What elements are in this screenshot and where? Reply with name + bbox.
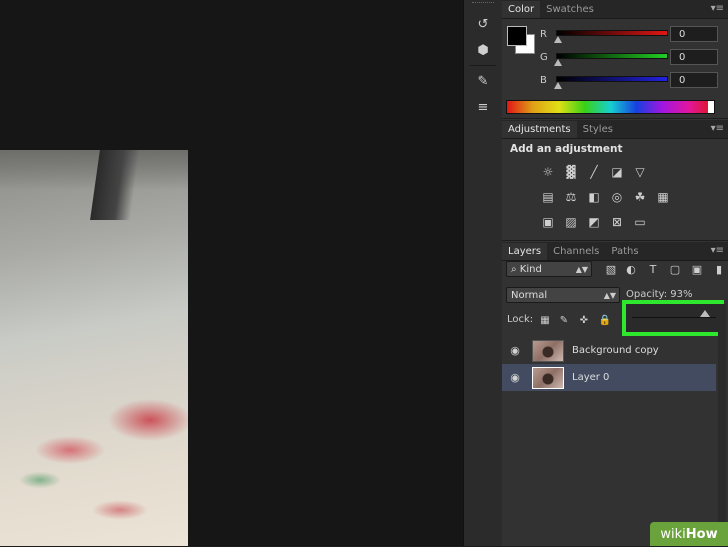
tab-swatches[interactable]: Swatches bbox=[540, 1, 600, 18]
tab-color[interactable]: Color bbox=[502, 1, 541, 18]
document-image bbox=[0, 150, 188, 546]
channel-mixer-icon[interactable]: ☘ bbox=[632, 190, 648, 204]
opacity-slider-track[interactable] bbox=[632, 317, 716, 318]
lock-position-icon[interactable]: ✜ bbox=[578, 314, 590, 326]
gradient-map-icon[interactable]: ▭ bbox=[632, 215, 648, 229]
color-tabbar: Color Swatches ▾≡ bbox=[502, 0, 728, 19]
opacity-slider-thumb[interactable] bbox=[700, 310, 710, 317]
selective-color-icon[interactable]: ⊠ bbox=[609, 215, 625, 229]
black-white-icon[interactable]: ◧ bbox=[586, 190, 602, 204]
shape-filter-icon[interactable]: ▢ bbox=[668, 262, 682, 276]
panel-menu-icon[interactable]: ▾≡ bbox=[711, 245, 724, 256]
layer-name[interactable]: Layer 0 bbox=[572, 372, 609, 383]
search-icon: ⌕ bbox=[511, 264, 517, 275]
pixel-filter-icon[interactable]: ▧ bbox=[604, 262, 618, 276]
slider-thumb[interactable] bbox=[554, 36, 562, 43]
green-slider[interactable] bbox=[556, 53, 668, 59]
blend-mode-select[interactable]: Normal ▲▼ bbox=[506, 287, 620, 303]
tab-styles[interactable]: Styles bbox=[577, 121, 619, 138]
layer-thumbnail bbox=[532, 339, 564, 362]
dock-grip[interactable] bbox=[472, 2, 494, 9]
layers-tabbar: Layers Channels Paths ▾≡ bbox=[502, 242, 728, 261]
color-lookup-icon[interactable]: ▦ bbox=[655, 190, 671, 204]
exposure-icon[interactable]: ◪ bbox=[609, 165, 625, 179]
opacity-label: Opacity: 93% bbox=[626, 289, 693, 300]
type-filter-icon[interactable]: T bbox=[646, 262, 660, 276]
3d-icon[interactable]: ⬢ bbox=[472, 39, 494, 61]
adjustments-title: Add an adjustment bbox=[510, 143, 623, 155]
layers-scrollbar[interactable] bbox=[718, 304, 726, 544]
adjustment-icons-row-1: ☼ ▓ ╱ ◪ ▽ bbox=[540, 165, 648, 179]
threshold-icon[interactable]: ◩ bbox=[586, 215, 602, 229]
layers-panel: Layers Channels Paths ▾≡ ⌕ Kind ▲▼ ▧ ◐ T… bbox=[502, 242, 728, 547]
foreground-color-swatch[interactable] bbox=[507, 26, 527, 46]
layer-row-selected[interactable]: ◉ Layer 0 bbox=[502, 364, 716, 391]
slider-thumb[interactable] bbox=[554, 82, 562, 89]
blue-value-field[interactable]: 0 bbox=[670, 72, 718, 88]
channel-label: B bbox=[540, 75, 547, 86]
brush-icon[interactable]: ✎ bbox=[472, 70, 494, 92]
panel-menu-icon[interactable]: ▾≡ bbox=[711, 123, 724, 134]
panel-dock-strip: ↺ ⬢ ✎ ≡ bbox=[463, 0, 503, 546]
blue-slider[interactable] bbox=[556, 76, 668, 82]
opacity-slider-highlight bbox=[622, 300, 724, 336]
adjustment-filter-icon[interactable]: ◐ bbox=[624, 262, 638, 276]
layer-thumbnail bbox=[532, 366, 564, 389]
smart-object-filter-icon[interactable]: ▣ bbox=[690, 262, 704, 276]
brightness-icon[interactable]: ☼ bbox=[540, 165, 556, 179]
tab-channels[interactable]: Channels bbox=[547, 243, 605, 260]
invert-icon[interactable]: ▣ bbox=[540, 215, 556, 229]
kind-filter-select[interactable]: ⌕ Kind ▲▼ bbox=[506, 261, 592, 277]
watermark-logo: wiki How bbox=[650, 522, 728, 546]
lock-all-icon[interactable]: 🔒 bbox=[599, 314, 611, 326]
channel-label: R bbox=[540, 29, 547, 40]
blend-mode-value: Normal bbox=[511, 290, 548, 301]
eye-icon[interactable]: ◉ bbox=[504, 371, 526, 384]
red-slider[interactable] bbox=[556, 30, 668, 36]
levels-icon[interactable]: ▓ bbox=[563, 165, 579, 179]
adjustments-panel: Adjustments Styles ▾≡ Add an adjustment … bbox=[502, 120, 728, 241]
filter-toggle-icon[interactable]: ▮ bbox=[712, 262, 726, 276]
slider-thumb[interactable] bbox=[554, 59, 562, 66]
document-canvas[interactable] bbox=[0, 0, 463, 546]
color-panel: Color Swatches ▾≡ R 0 G 0 B 0 bbox=[502, 0, 728, 119]
vibrance-icon[interactable]: ▽ bbox=[632, 165, 648, 179]
channel-label: G bbox=[540, 52, 548, 63]
channel-row-r: R 0 bbox=[540, 26, 726, 47]
kind-filter-value: Kind bbox=[519, 264, 542, 275]
history-icon[interactable]: ↺ bbox=[472, 13, 494, 35]
color-balance-icon[interactable]: ⚖ bbox=[563, 190, 579, 204]
lock-transparent-icon[interactable]: ▦ bbox=[539, 314, 551, 326]
eye-icon[interactable]: ◉ bbox=[504, 344, 526, 357]
tab-adjustments[interactable]: Adjustments bbox=[502, 121, 577, 138]
lock-label: Lock: bbox=[507, 314, 534, 325]
photo-filter-icon[interactable]: ◎ bbox=[609, 190, 625, 204]
properties-icon[interactable]: ≡ bbox=[472, 96, 494, 118]
tab-paths[interactable]: Paths bbox=[605, 243, 644, 260]
right-panels: Color Swatches ▾≡ R 0 G 0 B 0 Adjustment… bbox=[502, 0, 728, 547]
layer-name[interactable]: Background copy bbox=[572, 345, 659, 356]
layer-row[interactable]: ◉ Background copy bbox=[502, 337, 716, 364]
posterize-icon[interactable]: ▨ bbox=[563, 215, 579, 229]
hue-saturation-icon[interactable]: ▤ bbox=[540, 190, 556, 204]
curves-icon[interactable]: ╱ bbox=[586, 165, 602, 179]
adjustment-icons-row-3: ▣ ▨ ◩ ⊠ ▭ bbox=[540, 215, 648, 229]
adjustments-tabbar: Adjustments Styles ▾≡ bbox=[502, 120, 728, 139]
channel-row-g: G 0 bbox=[540, 49, 726, 70]
lock-image-icon[interactable]: ✎ bbox=[558, 314, 570, 326]
panel-menu-icon[interactable]: ▾≡ bbox=[711, 3, 724, 14]
chevron-down-icon: ▲▼ bbox=[575, 265, 588, 274]
adjustment-icons-row-2: ▤ ⚖ ◧ ◎ ☘ ▦ bbox=[540, 190, 671, 204]
color-spectrum-bar[interactable] bbox=[506, 100, 715, 114]
tab-layers[interactable]: Layers bbox=[502, 243, 548, 260]
chevron-down-icon: ▲▼ bbox=[603, 291, 616, 300]
green-value-field[interactable]: 0 bbox=[670, 49, 718, 65]
red-value-field[interactable]: 0 bbox=[670, 26, 718, 42]
channel-row-b: B 0 bbox=[540, 72, 726, 93]
